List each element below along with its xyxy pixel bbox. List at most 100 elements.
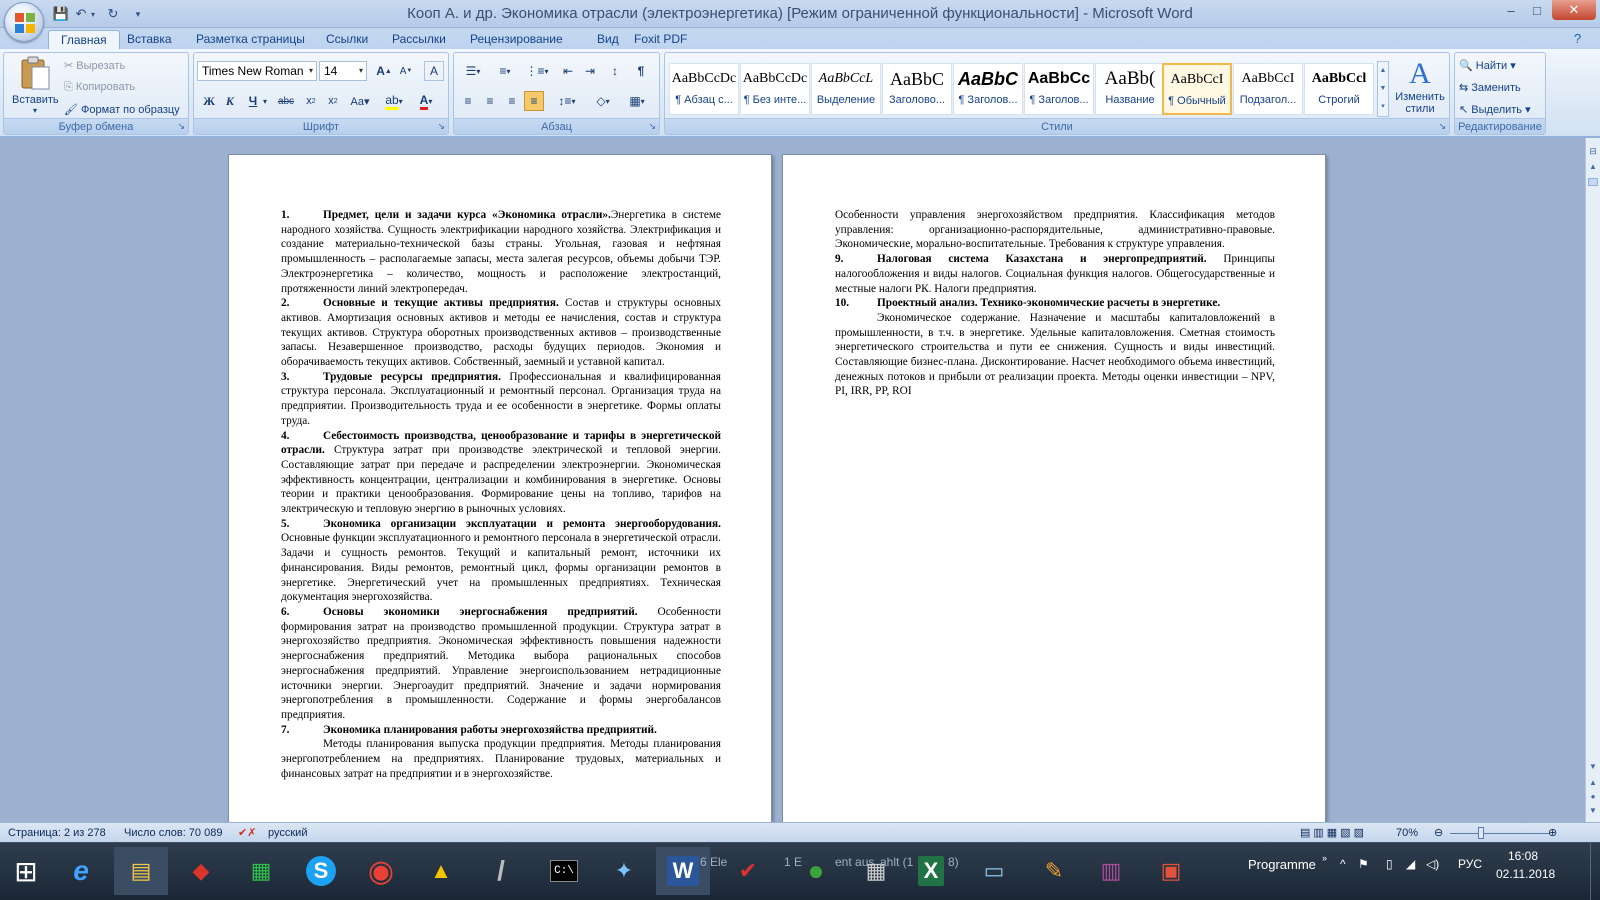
change-case-icon[interactable]: Aa▾: [347, 91, 373, 111]
clipboard-launcher-icon[interactable]: ↘: [177, 121, 185, 132]
vertical-scrollbar[interactable]: ⊟ ▲ ▼ ▲ ● ▼: [1585, 138, 1600, 822]
font-name-box[interactable]: Times New Roman ▾: [197, 61, 317, 81]
style-card[interactable]: AaBbC Заголово...: [882, 63, 952, 115]
ruler-toggle-icon[interactable]: ⊟: [1587, 146, 1599, 158]
excel-green-icon[interactable]: ▦: [235, 847, 287, 895]
battery-icon[interactable]: ▯: [1386, 857, 1393, 871]
page-right[interactable]: Особенности управления энергохозяйством …: [782, 154, 1326, 834]
tab-references[interactable]: Ссылки: [314, 30, 380, 50]
numbering-icon[interactable]: ≡ ▾: [490, 61, 520, 81]
page-right-text[interactable]: Особенности управления энергохозяйством …: [835, 208, 1275, 399]
office-button[interactable]: [4, 2, 44, 42]
page-left[interactable]: 1. Предмет, цели и задачи курса «Экономик…: [228, 154, 772, 834]
style-card[interactable]: AaBbCcl Строгий: [1304, 63, 1374, 115]
warning-app-icon[interactable]: ▲: [415, 847, 467, 895]
tab-review[interactable]: Рецензирование: [458, 30, 575, 50]
close-button[interactable]: ✕: [1552, 0, 1596, 20]
style-card[interactable]: AaBbCc ¶ Заголов...: [1024, 63, 1094, 115]
align-center-icon[interactable]: ≡: [480, 91, 500, 111]
shading-icon[interactable]: ◇ ▾: [588, 91, 618, 111]
file-explorer-icon[interactable]: ▤: [114, 847, 168, 895]
scroll-up-icon[interactable]: ▲: [1587, 162, 1599, 174]
page-left-text[interactable]: 1. Предмет, цели и задачи курса «Экономик…: [281, 208, 721, 781]
paint-icon[interactable]: ✎: [1028, 847, 1080, 895]
flag-icon[interactable]: ⚑: [1358, 857, 1369, 871]
italic-icon[interactable]: К: [220, 91, 240, 111]
chrome-icon[interactable]: ◉: [355, 847, 407, 895]
volume-icon[interactable]: ◁): [1426, 857, 1439, 871]
zoom-out-icon[interactable]: ⊖: [1434, 825, 1443, 841]
spellcheck-icon[interactable]: ✔✗: [238, 825, 256, 841]
paragraph-launcher-icon[interactable]: ↘: [648, 121, 656, 132]
sort-icon[interactable]: ↕: [605, 61, 625, 81]
strikethrough-icon[interactable]: abc: [276, 91, 296, 111]
grow-font-icon[interactable]: A ▲: [374, 61, 394, 81]
cmd-icon[interactable]: C:\: [538, 847, 590, 895]
select-button[interactable]: ↖ Выделить ▾: [1459, 103, 1531, 116]
highlight-color-icon[interactable]: ab ▾: [380, 91, 408, 111]
style-card[interactable]: AaBbCcL Выделение: [811, 63, 881, 115]
clear-format-icon[interactable]: A: [424, 61, 444, 81]
style-card[interactable]: AaBbCcDc ¶ Абзац с...: [669, 63, 739, 115]
zoom-level[interactable]: 70%: [1396, 825, 1418, 841]
paste-dropdown-icon[interactable]: ▾: [12, 106, 58, 115]
word-count[interactable]: Число слов: 70 089: [124, 825, 222, 841]
windows-start-icon[interactable]: ⊞: [0, 847, 52, 895]
font-size-box[interactable]: 14 ▾: [319, 61, 367, 81]
style-card-selected[interactable]: AaBbCcI ¶ Обычный: [1162, 63, 1232, 115]
language-indicator[interactable]: русский: [268, 825, 307, 841]
show-marks-icon[interactable]: ¶: [631, 61, 651, 81]
next-page-icon[interactable]: ▼: [1587, 806, 1599, 815]
decrease-indent-icon[interactable]: ⇤: [558, 61, 578, 81]
copy-button[interactable]: ⎘ Копировать: [64, 81, 135, 94]
paste-button[interactable]: Вставить ▾: [12, 55, 59, 117]
find-button[interactable]: 🔍 Найти ▾: [1459, 59, 1516, 72]
checkmark-app-icon[interactable]: ✔: [722, 847, 774, 895]
font-size-dropdown-icon[interactable]: ▾: [359, 62, 363, 80]
presentation-icon[interactable]: ▣: [1145, 847, 1197, 895]
language-indicator-taskbar[interactable]: РУС: [1458, 857, 1482, 871]
superscript-icon[interactable]: x2: [323, 91, 343, 111]
font-color-icon[interactable]: A ▾: [412, 91, 440, 111]
styles-launcher-icon[interactable]: ↘: [1438, 121, 1446, 132]
scroll-down-icon[interactable]: ▼: [1587, 762, 1599, 771]
shrink-font-icon[interactable]: A ▼: [396, 61, 416, 81]
style-card[interactable]: AaBbC ¶ Заголов...: [953, 63, 1023, 115]
zoom-in-icon[interactable]: ⊕: [1548, 825, 1557, 841]
image-viewer-icon[interactable]: ▭: [968, 847, 1020, 895]
replace-button[interactable]: ⇆ Заменить: [1459, 81, 1521, 94]
tab-mailings[interactable]: Рассылки: [380, 30, 458, 50]
bold-icon[interactable]: Ж: [199, 91, 219, 111]
zoom-slider[interactable]: [1450, 833, 1550, 834]
help-icon[interactable]: ?: [1574, 31, 1581, 46]
bullets-icon[interactable]: ☰ ▾: [458, 61, 488, 81]
font-name-dropdown-icon[interactable]: ▾: [309, 62, 313, 80]
skype-icon[interactable]: S: [295, 847, 347, 895]
network-app-icon[interactable]: ✦: [598, 847, 650, 895]
subscript-icon[interactable]: x2: [301, 91, 321, 111]
tab-home[interactable]: Главная: [48, 30, 120, 50]
page-counter[interactable]: Страница: 2 из 278: [8, 825, 106, 841]
show-desktop-button[interactable]: [1590, 843, 1600, 900]
justify-icon[interactable]: ≡: [524, 91, 544, 111]
styles-scroll-icon[interactable]: ▲ ▼ ▾: [1377, 61, 1389, 117]
tray-chevron-icon[interactable]: ^: [1340, 857, 1346, 871]
increase-indent-icon[interactable]: ⇥: [580, 61, 600, 81]
tab-foxit-pdf[interactable]: Foxit PDF: [622, 30, 699, 50]
browse-object-icon[interactable]: ●: [1587, 792, 1599, 801]
internet-explorer-icon[interactable]: e: [55, 847, 107, 895]
network-icon[interactable]: ◢: [1406, 857, 1415, 871]
toolbar-expand-icon[interactable]: »: [1322, 853, 1327, 863]
winrar-icon[interactable]: ▥: [1085, 847, 1137, 895]
tab-insert[interactable]: Вставка: [115, 30, 184, 50]
style-card[interactable]: AaBbCcI Подзагол...: [1233, 63, 1303, 115]
microphone-icon[interactable]: /: [475, 847, 527, 895]
style-card[interactable]: AaBb(Название: [1095, 63, 1165, 115]
underline-dropdown-icon[interactable]: ▾: [260, 91, 270, 111]
change-styles-button[interactable]: A Изменить стили: [1393, 57, 1447, 115]
borders-icon[interactable]: ▦ ▾: [622, 91, 652, 111]
prev-page-icon[interactable]: ▲: [1587, 778, 1599, 787]
clock-time[interactable]: 16:08: [1508, 849, 1538, 863]
scroll-thumb[interactable]: [1588, 178, 1598, 186]
filezilla-icon[interactable]: ◆: [175, 847, 227, 895]
